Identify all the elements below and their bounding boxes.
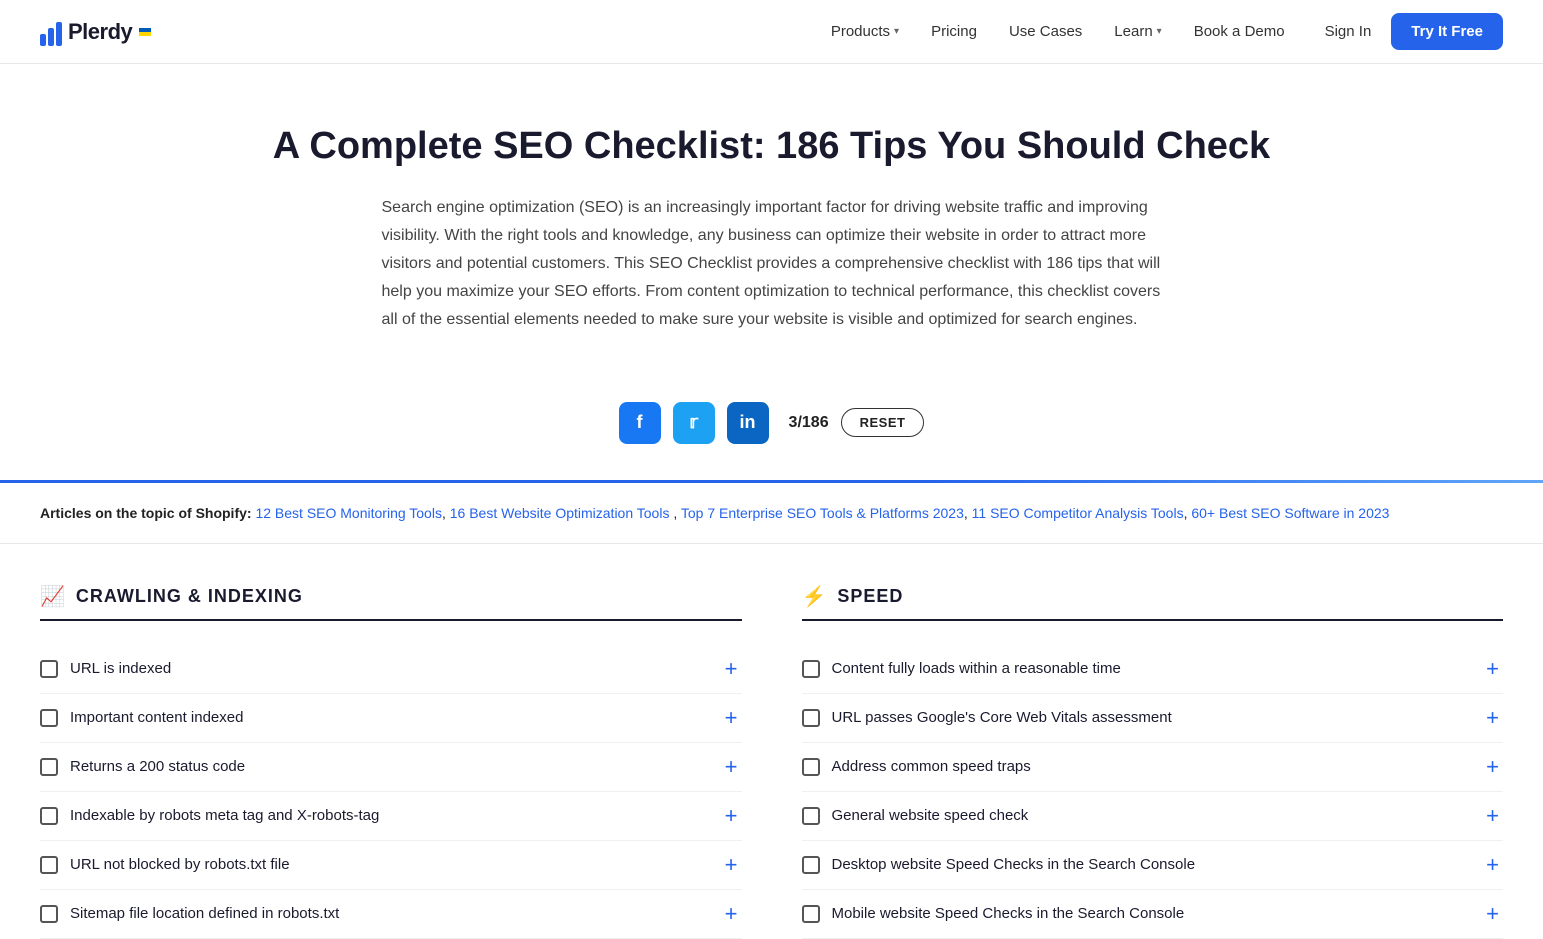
twitter-icon[interactable]: 𝕣: [673, 402, 715, 444]
item-label: Important content indexed: [70, 709, 243, 726]
expand-button[interactable]: +: [1482, 707, 1503, 729]
item-label: Returns a 200 status code: [70, 758, 245, 775]
linkedin-icon[interactable]: in: [727, 402, 769, 444]
checkbox-mobile-speed[interactable]: [802, 905, 820, 923]
expand-button[interactable]: +: [1482, 903, 1503, 925]
checkbox-core-web-vitals[interactable]: [802, 709, 820, 727]
sign-in-button[interactable]: Sign In: [1325, 23, 1372, 40]
checkbox-important-content[interactable]: [40, 709, 58, 727]
expand-button[interactable]: +: [721, 805, 742, 827]
item-label: URL not blocked by robots.txt file: [70, 856, 290, 873]
chevron-down-icon: ▾: [1157, 26, 1162, 37]
nav-links: Products▾ Pricing Use Cases Learn▾ Book …: [831, 23, 1285, 40]
nav-pricing[interactable]: Pricing: [931, 23, 977, 40]
list-item: URL is indexed +: [40, 645, 742, 694]
checkbox-desktop-speed[interactable]: [802, 856, 820, 874]
item-label: URL passes Google's Core Web Vitals asse…: [832, 709, 1172, 726]
list-item: Returns a 200 status code +: [40, 743, 742, 792]
list-item: Content fully loads within a reasonable …: [802, 645, 1504, 694]
main-content: 📈 CRAWLING & INDEXING URL is indexed + I…: [0, 544, 1543, 939]
expand-button[interactable]: +: [1482, 658, 1503, 680]
checkbox-robots-meta[interactable]: [40, 807, 58, 825]
nav-actions: Sign In Try It Free: [1325, 13, 1503, 50]
nav-book-demo[interactable]: Book a Demo: [1194, 23, 1285, 40]
facebook-icon[interactable]: f: [619, 402, 661, 444]
checkbox-sitemap[interactable]: [40, 905, 58, 923]
list-item: Mobile website Speed Checks in the Searc…: [802, 890, 1504, 939]
try-free-button[interactable]: Try It Free: [1391, 13, 1503, 50]
checkbox-general-speed[interactable]: [802, 807, 820, 825]
item-label: Sitemap file location defined in robots.…: [70, 905, 339, 922]
list-item: URL passes Google's Core Web Vitals asse…: [802, 694, 1504, 743]
social-bar: f 𝕣 in 3/186 RESET: [0, 374, 1543, 480]
list-item: Address common speed traps +: [802, 743, 1504, 792]
checkbox-content-loads[interactable]: [802, 660, 820, 678]
item-label: URL is indexed: [70, 660, 171, 677]
list-item: General website speed check +: [802, 792, 1504, 841]
reset-button[interactable]: RESET: [841, 408, 925, 437]
article-link-1[interactable]: 12 Best SEO Monitoring Tools: [255, 505, 442, 521]
article-link-3[interactable]: Top 7 Enterprise SEO Tools & Platforms 2…: [681, 505, 964, 521]
expand-button[interactable]: +: [721, 756, 742, 778]
expand-button[interactable]: +: [721, 854, 742, 876]
ukraine-flag-icon: [139, 28, 151, 36]
crawling-section-header: 📈 CRAWLING & INDEXING: [40, 584, 742, 621]
speed-section: ⚡ SPEED Content fully loads within a rea…: [802, 584, 1504, 939]
expand-button[interactable]: +: [721, 707, 742, 729]
articles-prefix: Articles on the topic of Shopify:: [40, 505, 252, 521]
expand-button[interactable]: +: [1482, 805, 1503, 827]
article-link-4[interactable]: 11 SEO Competitor Analysis Tools: [972, 505, 1184, 521]
logo-text: Plerdy: [68, 19, 132, 45]
crawling-section-title: CRAWLING & INDEXING: [76, 586, 303, 607]
navbar: Plerdy Products▾ Pricing Use Cases Learn…: [0, 0, 1543, 64]
hero-description: Search engine optimization (SEO) is an i…: [382, 194, 1162, 334]
nav-use-cases[interactable]: Use Cases: [1009, 23, 1082, 40]
item-label: General website speed check: [832, 807, 1029, 824]
speed-icon: ⚡: [802, 584, 828, 609]
checkbox-robots-txt[interactable]: [40, 856, 58, 874]
list-item: Important content indexed +: [40, 694, 742, 743]
nav-products[interactable]: Products▾: [831, 23, 899, 40]
expand-button[interactable]: +: [721, 658, 742, 680]
expand-button[interactable]: +: [1482, 756, 1503, 778]
speed-section-title: SPEED: [837, 586, 903, 607]
page-title: A Complete SEO Checklist: 186 Tips You S…: [200, 124, 1343, 170]
item-label: Mobile website Speed Checks in the Searc…: [832, 905, 1185, 922]
crawling-icon: 📈: [40, 584, 66, 609]
crawling-indexing-section: 📈 CRAWLING & INDEXING URL is indexed + I…: [40, 584, 742, 939]
checkbox-speed-traps[interactable]: [802, 758, 820, 776]
chevron-down-icon: ▾: [894, 26, 899, 37]
checkbox-url-indexed[interactable]: [40, 660, 58, 678]
logo[interactable]: Plerdy: [40, 18, 151, 46]
list-item: Sitemap file location defined in robots.…: [40, 890, 742, 939]
item-label: Desktop website Speed Checks in the Sear…: [832, 856, 1196, 873]
expand-button[interactable]: +: [721, 903, 742, 925]
item-label: Address common speed traps: [832, 758, 1031, 775]
logo-bars-icon: [40, 18, 62, 46]
list-item: Indexable by robots meta tag and X-robot…: [40, 792, 742, 841]
articles-bar: Articles on the topic of Shopify: 12 Bes…: [0, 483, 1543, 544]
nav-learn[interactable]: Learn▾: [1114, 23, 1161, 40]
item-label: Indexable by robots meta tag and X-robot…: [70, 807, 379, 824]
checklist-counter: 3/186: [789, 414, 829, 432]
item-label: Content fully loads within a reasonable …: [832, 660, 1121, 677]
list-item: Desktop website Speed Checks in the Sear…: [802, 841, 1504, 890]
speed-section-header: ⚡ SPEED: [802, 584, 1504, 621]
expand-button[interactable]: +: [1482, 854, 1503, 876]
hero-section: A Complete SEO Checklist: 186 Tips You S…: [0, 64, 1543, 374]
article-link-5[interactable]: 60+ Best SEO Software in 2023: [1191, 505, 1389, 521]
list-item: URL not blocked by robots.txt file +: [40, 841, 742, 890]
article-link-2[interactable]: 16 Best Website Optimization Tools: [450, 505, 670, 521]
checkbox-200-status[interactable]: [40, 758, 58, 776]
